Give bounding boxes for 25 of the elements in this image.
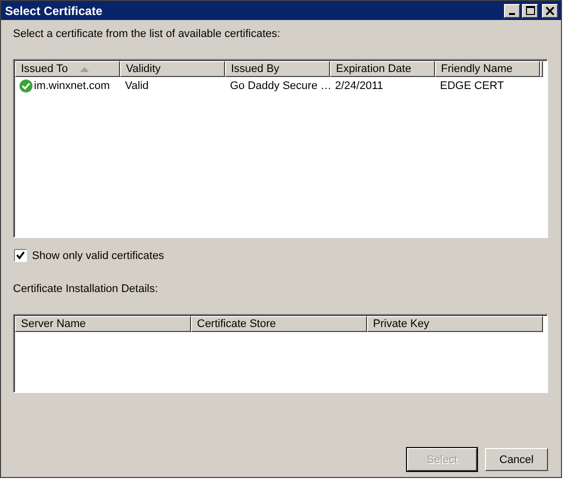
column-header[interactable]: Friendly Name xyxy=(435,61,540,77)
column-header[interactable]: Private Key xyxy=(367,316,543,332)
checkbox-label[interactable]: Show only valid certificates xyxy=(32,250,164,262)
column-header[interactable]: Expiration Date xyxy=(330,61,435,77)
section-label: Certificate Installation Details: xyxy=(13,283,159,295)
maximize-button[interactable] xyxy=(522,4,538,18)
column-header[interactable]: Issued To xyxy=(15,61,120,77)
cancel-button[interactable]: Cancel xyxy=(485,448,548,471)
table-cell-text: 2/24/2011 xyxy=(334,80,384,92)
column-header[interactable]: Issued By xyxy=(225,61,330,77)
table-cell: im.winxnet.com xyxy=(15,78,120,92)
window-title: Select Certificate xyxy=(5,4,102,18)
maximize-icon xyxy=(526,6,534,15)
minimize-button[interactable] xyxy=(504,4,520,18)
table-cell-text: Go Daddy Secure … xyxy=(229,80,330,92)
column-header[interactable]: Certificate Store xyxy=(191,316,367,332)
close-icon xyxy=(546,6,554,14)
column-header[interactable]: Server Name xyxy=(15,316,191,332)
table-cell-text: Valid xyxy=(124,80,150,92)
column-header[interactable]: Validity xyxy=(120,61,225,77)
checkbox[interactable] xyxy=(14,249,27,262)
instruction-text: Select a certificate from the list of available certificates: xyxy=(13,28,282,40)
minimize-icon xyxy=(509,12,515,14)
close-button[interactable] xyxy=(542,4,558,18)
table-cell-text: EDGE CERT xyxy=(439,80,505,92)
